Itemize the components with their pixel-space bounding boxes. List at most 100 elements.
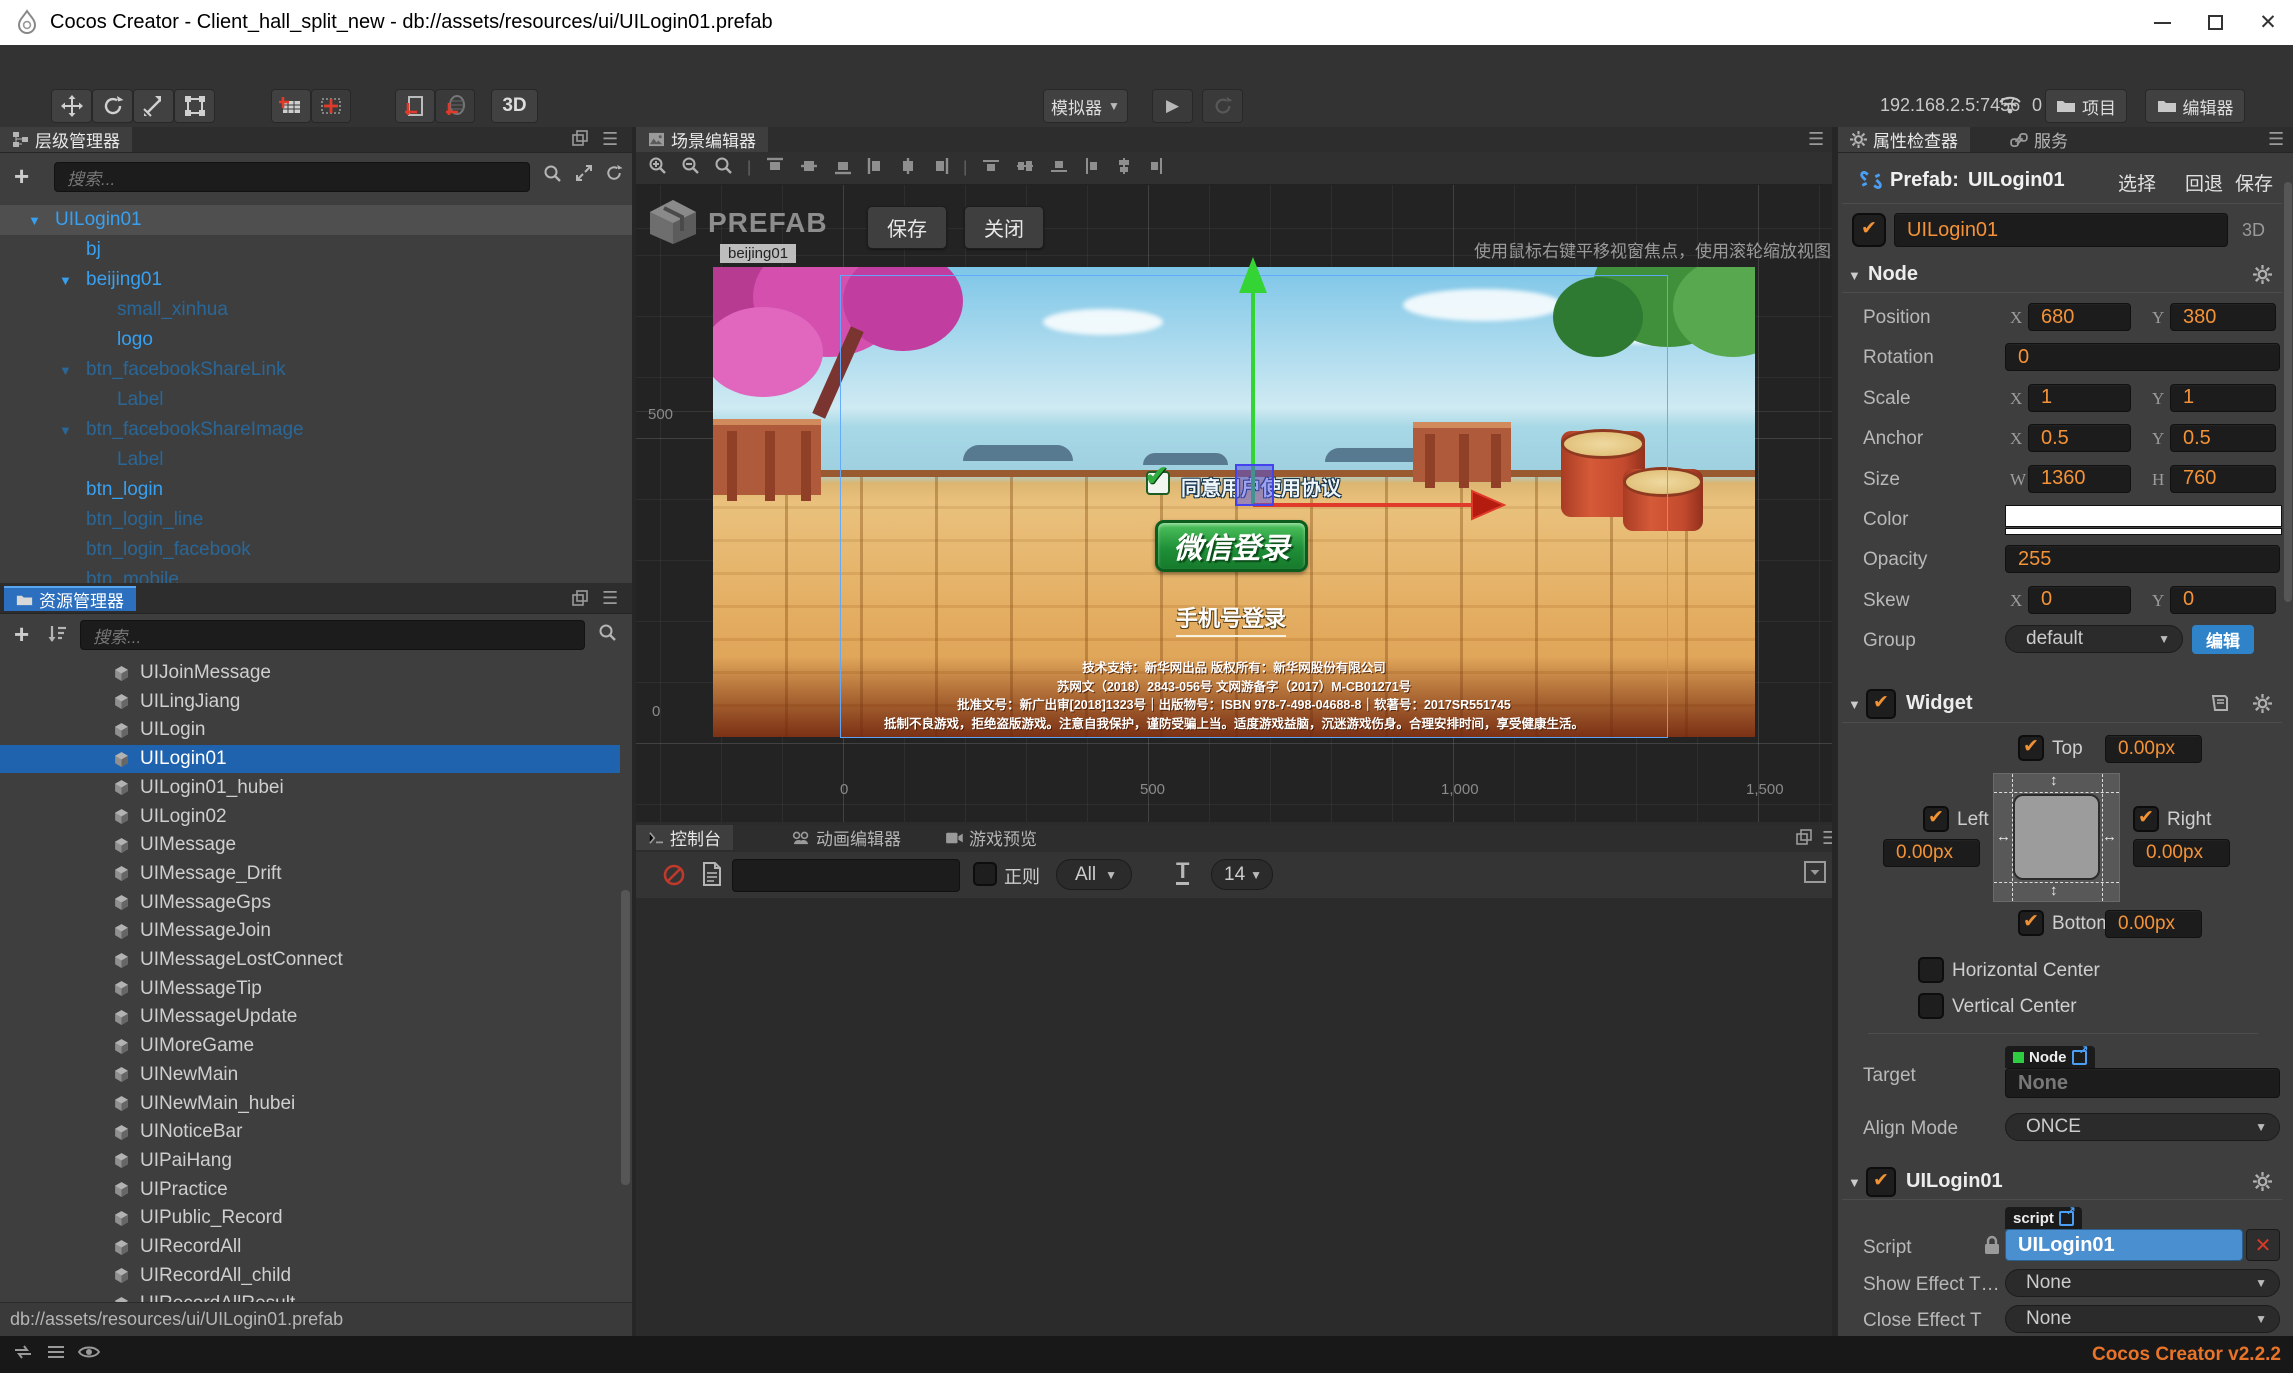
tab-hierarchy[interactable]: 层级管理器 [0, 127, 132, 152]
value-field[interactable]: 255 [2005, 545, 2280, 574]
tree-node[interactable]: bj [0, 235, 632, 265]
target-field[interactable]: None [2005, 1068, 2280, 1098]
open-project-button[interactable]: 项目 [2045, 89, 2127, 123]
expand-arrow-icon[interactable]: ▼ [59, 363, 72, 378]
tab-console-0[interactable]: 控制台 [636, 825, 733, 850]
align-mode-dropdown[interactable]: ONCE ▼ [2005, 1113, 2280, 1141]
search-icon[interactable] [543, 164, 562, 188]
splitter-left[interactable] [632, 127, 636, 1336]
asset-item[interactable]: UIMessageLostConnect [0, 946, 620, 974]
asset-item[interactable]: UIRecordAllResult [0, 1290, 620, 1302]
assets-search-input[interactable]: 搜索... [80, 620, 585, 650]
vertical-center-checkbox[interactable] [1918, 993, 1944, 1019]
distribute-left-icon[interactable] [1083, 156, 1101, 181]
node-name-field[interactable]: UILogin01 [1894, 213, 2228, 247]
align-bottom-icon[interactable] [833, 157, 853, 180]
maximize-button[interactable] [2185, 0, 2245, 45]
asset-item[interactable]: UILogin [0, 716, 620, 744]
asset-item[interactable]: UILogin01_hubei [0, 774, 620, 802]
scene-canvas[interactable]: PREFAB 保存 关闭 使用鼠标右键平移视窗焦点，使用滚轮缩放视图 beiji… [636, 185, 1832, 822]
value-field[interactable]: 1 [2028, 383, 2131, 412]
tree-node[interactable]: small_xinhua [0, 295, 632, 325]
tab-console-2[interactable]: 游戏预览 [933, 825, 1049, 850]
tab-assets[interactable]: 资源管理器 [4, 586, 136, 611]
asset-item[interactable]: UIMessageJoin [0, 917, 620, 945]
asset-item[interactable]: UIMessageUpdate [0, 1003, 620, 1031]
add-node-button[interactable]: + [14, 161, 29, 192]
value-field[interactable]: 0 [2028, 585, 2131, 614]
panel-menu-icon[interactable]: ☰ [602, 129, 618, 150]
tree-node[interactable]: ▼ beijing01 [0, 265, 632, 295]
log-file-icon[interactable] [702, 862, 722, 891]
widget-right-offset[interactable]: 0.00px [2133, 839, 2230, 867]
asset-item[interactable]: UIPaiHang [0, 1147, 620, 1175]
value-field[interactable]: 1360 [2028, 464, 2131, 493]
log-list-icon[interactable] [46, 1343, 66, 1366]
close-button[interactable]: ✕ [2238, 0, 2293, 45]
align-right-icon[interactable] [931, 156, 949, 181]
clear-console-icon[interactable] [662, 863, 686, 892]
node-active-checkbox[interactable] [1852, 213, 1886, 247]
widget-section-header[interactable]: ▼ Widget [1838, 687, 2293, 721]
simulator-dropdown[interactable]: 模拟器 ▼ [1043, 89, 1128, 123]
value-field[interactable]: 760 [2170, 464, 2276, 493]
expand-arrow-icon[interactable]: ▼ [59, 423, 72, 438]
asset-item[interactable]: UILogin01 [0, 745, 620, 774]
asset-item[interactable]: UILingJiang [0, 688, 620, 716]
asset-item[interactable]: UINewMain [0, 1061, 620, 1089]
asset-item[interactable]: UIMessageGps [0, 889, 620, 917]
panel-menu-icon[interactable]: ☰ [1808, 129, 1824, 150]
scale-tool-button[interactable] [133, 89, 174, 123]
asset-item[interactable]: UIRecordAll [0, 1233, 620, 1261]
search-icon[interactable] [598, 623, 617, 647]
mode-3d-button[interactable]: 3D [491, 89, 538, 123]
align-hcenter-icon[interactable] [899, 156, 917, 181]
widget-bottom-offset[interactable]: 0.00px [2105, 910, 2202, 938]
console-filter-input[interactable] [732, 859, 960, 892]
assets-scrollbar[interactable] [621, 890, 630, 1185]
asset-item[interactable]: UIMessage [0, 831, 620, 859]
tree-node[interactable]: btn_login [0, 475, 632, 505]
asset-item[interactable]: UINewMain_hubei [0, 1090, 620, 1118]
open-editor-button[interactable]: 编辑器 [2145, 89, 2245, 123]
value-field[interactable]: 0 [2005, 343, 2280, 372]
refresh-button[interactable] [1202, 89, 1243, 123]
layout-portrait-button[interactable] [395, 89, 435, 123]
tree-node[interactable]: logo [0, 325, 632, 355]
eye-icon[interactable] [77, 1344, 101, 1365]
tab-console-1[interactable]: 动画编辑器 [780, 825, 913, 850]
widget-top-offset[interactable]: 0.00px [2105, 735, 2202, 763]
zoom-reset-icon[interactable] [714, 156, 733, 180]
docs-icon[interactable] [2210, 694, 2230, 712]
gear-icon[interactable] [2253, 694, 2272, 713]
rect-tool-button[interactable] [174, 89, 215, 123]
panel-menu-icon[interactable]: ☰ [1822, 828, 1832, 849]
tree-node[interactable]: btn_login_line [0, 505, 632, 535]
sync-icon[interactable] [12, 1343, 34, 1366]
asset-item[interactable]: UINoticeBar [0, 1118, 620, 1146]
refresh-tree-icon[interactable] [605, 164, 623, 187]
sort-icon[interactable] [46, 623, 68, 650]
value-field[interactable]: 0.5 [2028, 424, 2131, 453]
tree-node[interactable]: Label [0, 445, 632, 475]
distribute-hcenter-icon[interactable] [1115, 156, 1133, 181]
transform-gizmo[interactable] [636, 185, 1832, 822]
widget-right-checkbox[interactable] [2133, 806, 2159, 832]
value-field[interactable]: 680 [2028, 303, 2131, 331]
rotate-tool-button[interactable] [92, 89, 133, 123]
value-field[interactable]: 1 [2170, 383, 2276, 412]
log-level-dropdown[interactable]: All ▼ [1056, 859, 1132, 890]
tree-node[interactable]: ▼ btn_facebookShareImage [0, 415, 632, 445]
minimize-button[interactable] [2132, 0, 2192, 45]
script-enabled-checkbox[interactable] [1866, 1167, 1896, 1197]
widget-left-checkbox[interactable] [1923, 806, 1949, 832]
value-field[interactable]: 380 [2170, 303, 2276, 331]
value-field[interactable]: 0.5 [2170, 424, 2276, 453]
align-top-icon[interactable] [765, 157, 785, 180]
open-link-icon[interactable] [2071, 1043, 2089, 1065]
font-size-dropdown[interactable]: 14 ▼ [1211, 859, 1273, 890]
panel-menu-icon[interactable]: ☰ [2268, 129, 2284, 150]
effect-dropdown[interactable]: None ▼ [2005, 1305, 2280, 1333]
group-edit-button[interactable]: 编辑 [2192, 625, 2254, 655]
zoom-in-icon[interactable] [648, 156, 667, 180]
